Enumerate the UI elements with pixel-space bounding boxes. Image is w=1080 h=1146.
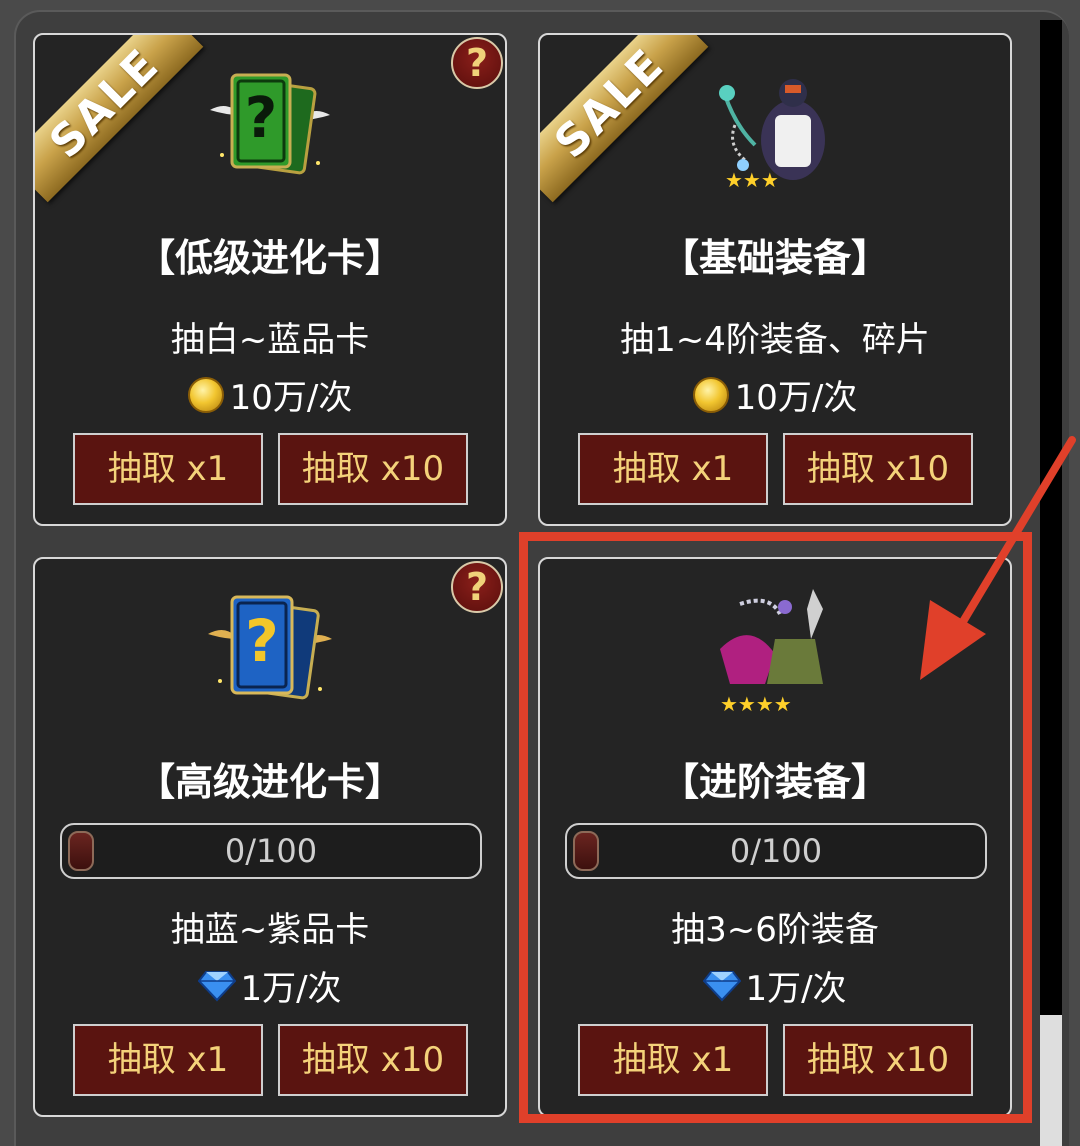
draw-x1-button[interactable]: 抽取 x1 xyxy=(578,433,768,505)
gold-coin-icon xyxy=(692,376,729,413)
card-high-evolution: ? ? 【高级进化卡】 0/100 抽蓝~紫品卡 1万/次 抽取 x1 抽取 x… xyxy=(33,557,507,1117)
svg-text:?: ? xyxy=(245,607,279,675)
card-description: 抽1~4阶装备、碎片 xyxy=(620,320,930,360)
card-title: 【低级进化卡】 xyxy=(136,236,403,280)
card-low-evolution: SALE ? ? 【低级进化卡】 抽白~蓝品卡 10万/次 抽取 x1 抽取 x… xyxy=(33,33,507,526)
scrollbar-track[interactable] xyxy=(1040,20,1062,1146)
sale-ribbon: SALE xyxy=(540,35,709,203)
progress-bar: 0/100 xyxy=(60,823,482,879)
basic-equipment-icon: ★★★ xyxy=(719,79,825,192)
scrollbar-thumb[interactable] xyxy=(1040,1015,1062,1146)
cost-row: 1万/次 xyxy=(35,961,505,1010)
draw-x10-button[interactable]: 抽取 x10 xyxy=(278,433,468,505)
help-button[interactable]: ? xyxy=(451,37,503,89)
draw-x10-button[interactable]: 抽取 x10 xyxy=(783,433,973,505)
draw-x10-button[interactable]: 抽取 x10 xyxy=(278,1024,468,1096)
card-description: 抽白~蓝品卡 xyxy=(170,320,370,360)
svg-text:★★★: ★★★ xyxy=(725,168,779,192)
card-basic-equipment: SALE ★★★ 【基础装备】 抽1~4阶装备、碎片 10万/次 抽取 x1 抽… xyxy=(538,33,1012,526)
diamond-icon xyxy=(198,970,237,1001)
cost-row: 10万/次 xyxy=(540,370,1010,419)
draw-x1-button[interactable]: 抽取 x1 xyxy=(73,433,263,505)
gold-coin-icon xyxy=(187,376,224,413)
progress-text: 0/100 xyxy=(224,832,318,870)
draw-x1-button[interactable]: 抽取 x1 xyxy=(73,1024,263,1096)
cost-row: 10万/次 xyxy=(35,370,505,419)
sale-ribbon: SALE xyxy=(35,35,204,203)
card-title: 【基础装备】 xyxy=(660,236,889,280)
cost-value: 1万/次 xyxy=(240,969,342,1009)
help-button[interactable]: ? xyxy=(451,561,503,613)
card-description: 抽蓝~紫品卡 xyxy=(170,910,370,950)
cost-value: 10万/次 xyxy=(229,378,353,418)
card-title: 【高级进化卡】 xyxy=(136,760,403,804)
cost-value: 10万/次 xyxy=(734,378,858,418)
green-mystery-card-icon: ? xyxy=(210,73,330,175)
highlight-box xyxy=(519,532,1032,1123)
screen: SALE ? ? 【低级进化卡】 抽白~蓝品卡 10万/次 抽取 x1 抽取 x… xyxy=(0,0,1080,1146)
blue-mystery-card-icon: ? xyxy=(208,595,332,700)
svg-text:?: ? xyxy=(245,86,277,151)
